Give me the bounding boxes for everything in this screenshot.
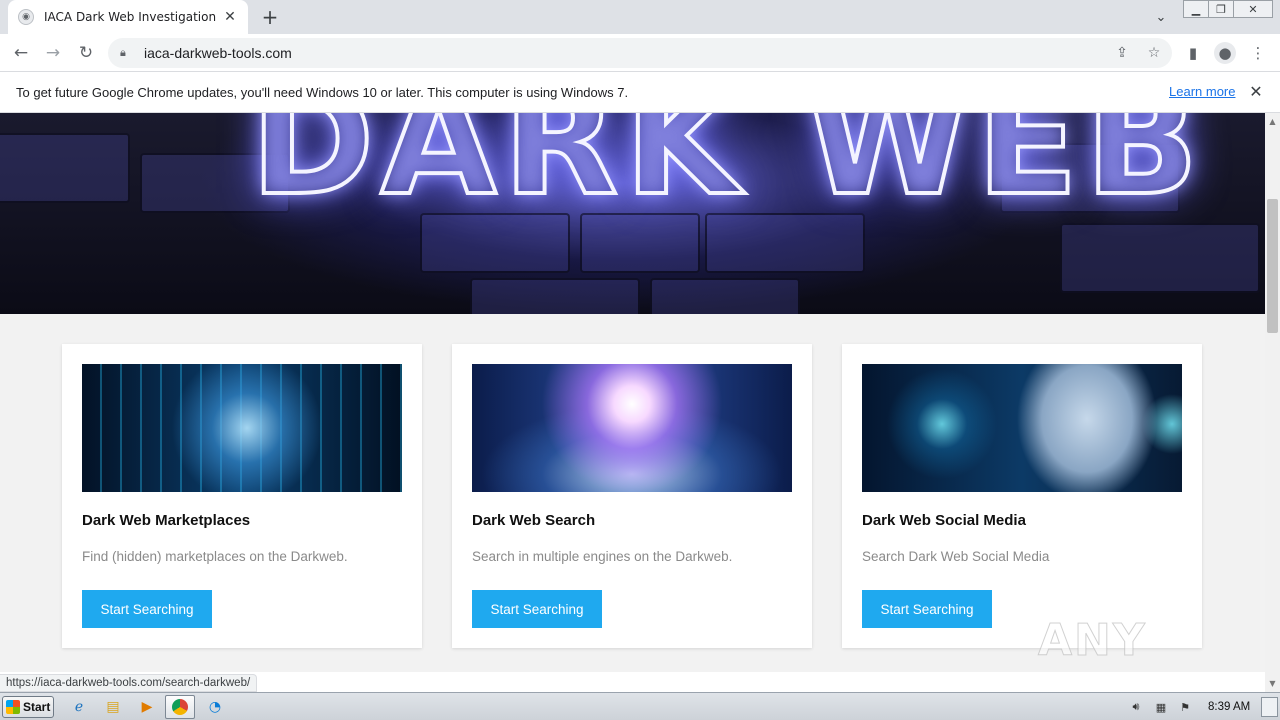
window-close-icon[interactable]: ✕	[1233, 0, 1273, 18]
start-searching-button[interactable]: Start Searching	[472, 590, 602, 628]
start-searching-button[interactable]: Start Searching	[82, 590, 212, 628]
chevron-down-icon[interactable]: ⌄	[1150, 6, 1172, 28]
close-icon[interactable]: ✕	[222, 9, 238, 25]
network-icon[interactable]: ▦	[1153, 699, 1169, 715]
edge-icon[interactable]: ◔	[204, 697, 226, 717]
tab-strip: ◉ IACA Dark Web Investigation Suppo ✕ + …	[0, 0, 1280, 34]
folder-icon[interactable]: ▤	[102, 697, 124, 717]
card-social-media: Dark Web Social Media Search Dark Web So…	[842, 344, 1202, 648]
internet-explorer-icon[interactable]: ℯ	[68, 697, 90, 717]
infobar-message: To get future Google Chrome updates, you…	[16, 84, 629, 100]
hero-banner: DARK WEB	[0, 113, 1265, 314]
tab-iaca[interactable]: ◉ IACA Dark Web Investigation Suppo ✕	[8, 0, 248, 34]
card-title: Dark Web Marketplaces	[82, 512, 251, 529]
watermark-logo: ANY RUN	[1038, 615, 1149, 673]
card-description: Search Dark Web Social Media	[862, 549, 1050, 564]
hero-title: DARK WEB	[248, 113, 1205, 231]
url-text: iaca-darkweb-tools.com	[144, 45, 292, 61]
card-image	[82, 364, 402, 492]
back-icon[interactable]: ←	[9, 41, 33, 65]
address-bar[interactable]: 🔒︎ iaca-darkweb-tools.com	[108, 38, 1172, 68]
brick	[0, 133, 130, 203]
page-content: DARK WEB Dark Web Marketplaces Find (hid…	[0, 113, 1265, 672]
profile-icon[interactable]: ●	[1214, 42, 1236, 64]
card-image	[862, 364, 1182, 492]
update-infobar: To get future Google Chrome updates, you…	[0, 72, 1280, 113]
scroll-up-icon[interactable]: ▲	[1268, 117, 1277, 126]
action-center-flag-icon[interactable]: ⚑	[1177, 699, 1193, 715]
start-searching-button[interactable]: Start Searching	[862, 590, 992, 628]
scroll-thumb[interactable]	[1267, 199, 1278, 333]
volume-icon[interactable]: 🔊︎	[1128, 699, 1144, 715]
side-panel-icon[interactable]: ▮	[1182, 42, 1204, 64]
learn-more-link[interactable]: Learn more	[1169, 84, 1235, 99]
menu-icon[interactable]: ⋮	[1247, 42, 1269, 64]
card-marketplaces: Dark Web Marketplaces Find (hidden) mark…	[62, 344, 422, 648]
show-desktop-icon[interactable]	[1261, 697, 1278, 717]
star-icon[interactable]: ☆	[1144, 43, 1164, 63]
windows-logo-icon	[6, 700, 20, 714]
card-description: Find (hidden) marketplaces on the Darkwe…	[82, 549, 348, 564]
clock[interactable]: 8:39 AM	[1208, 701, 1250, 713]
card-title: Dark Web Social Media	[862, 512, 1026, 529]
card-title: Dark Web Search	[472, 512, 596, 529]
scroll-down-icon[interactable]: ▼	[1268, 679, 1277, 688]
close-icon[interactable]: ✕	[1248, 82, 1264, 101]
card-description: Search in multiple engines on the Darkwe…	[472, 549, 733, 564]
globe-icon: ◉	[18, 9, 34, 25]
card-image	[472, 364, 792, 492]
plus-icon[interactable]: +	[258, 5, 282, 29]
reload-icon[interactable]: ↻	[74, 41, 98, 65]
brick	[650, 278, 800, 314]
card-search: Dark Web Search Search in multiple engin…	[452, 344, 812, 648]
brick	[1060, 223, 1260, 293]
tab-title: IACA Dark Web Investigation Suppo	[44, 10, 216, 24]
forward-icon[interactable]: →	[41, 41, 65, 65]
lock-icon[interactable]: 🔒︎	[120, 46, 134, 60]
start-button[interactable]: Start	[2, 696, 54, 718]
share-icon[interactable]: ⇪	[1112, 43, 1132, 63]
media-player-icon[interactable]: ▶	[136, 697, 158, 717]
brick	[470, 278, 640, 314]
chrome-icon[interactable]	[165, 695, 195, 719]
restore-icon[interactable]: ❐	[1208, 0, 1234, 18]
minimize-icon[interactable]: ▁	[1183, 0, 1209, 18]
browser-toolbar: ← → ↻ 🔒︎ iaca-darkweb-tools.com ⇪ ☆ ▮ ● …	[0, 34, 1280, 72]
vertical-scrollbar[interactable]: ▲ ▼	[1265, 113, 1280, 692]
windows-taskbar: Start ℯ ▤ ▶ ◔ 🔊︎ ▦ ⚑ 8:39 AM	[0, 692, 1280, 720]
start-label: Start	[23, 700, 51, 714]
status-url: https://iaca-darkweb-tools.com/search-da…	[0, 674, 258, 692]
